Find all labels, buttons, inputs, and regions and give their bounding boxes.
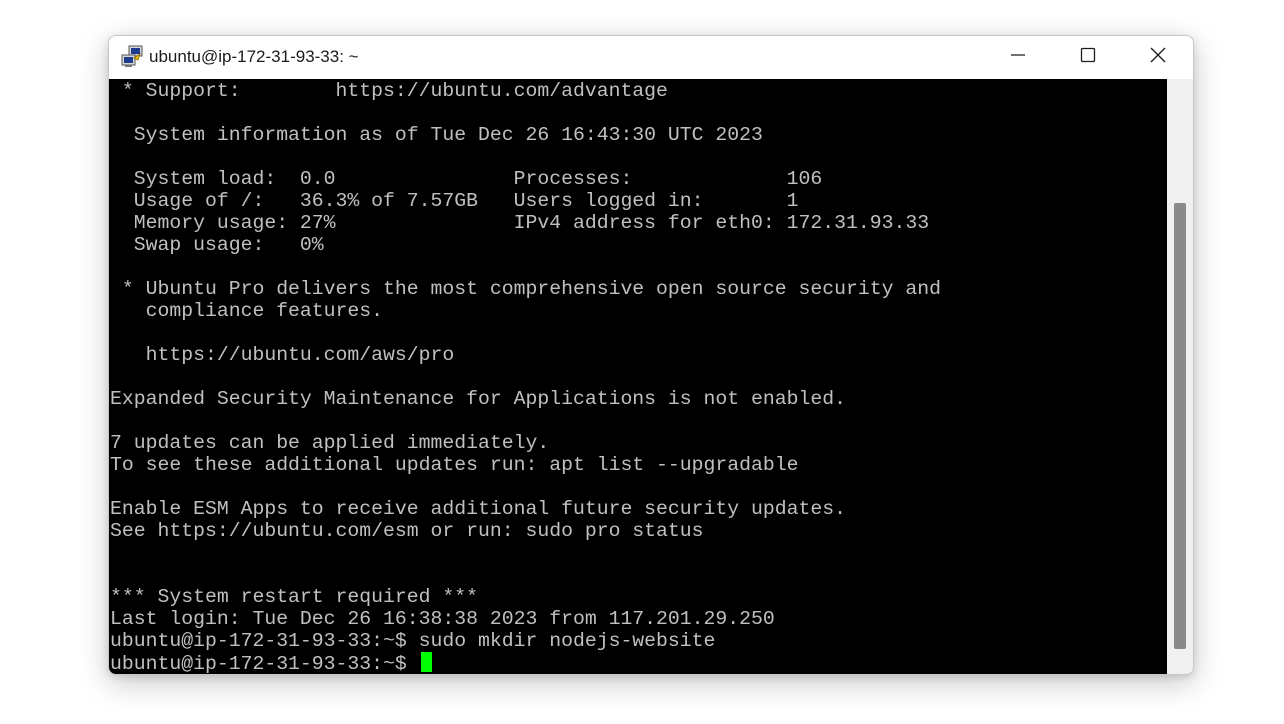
- terminal-output[interactable]: * Support: https://ubuntu.com/advantage …: [109, 79, 1167, 674]
- terminal-line: Usage of /: 36.3% of 7.57GB Users logged…: [110, 190, 799, 212]
- maximize-button[interactable]: [1053, 36, 1123, 79]
- close-icon: [1150, 47, 1166, 68]
- terminal-line: https://ubuntu.com/aws/pro: [110, 344, 455, 366]
- terminal-line: Swap usage: 0%: [110, 234, 324, 256]
- terminal-line: *** System restart required ***: [110, 586, 478, 608]
- minimize-icon: [1010, 47, 1026, 68]
- terminal-line: 7 updates can be applied immediately.: [110, 432, 550, 454]
- minimize-button[interactable]: [983, 36, 1053, 79]
- close-button[interactable]: [1123, 36, 1193, 79]
- terminal-line: * Support: https://ubuntu.com/advantage: [110, 80, 668, 102]
- prompt-line: ubuntu@ip-172-31-93-33:~$: [110, 652, 941, 674]
- terminal-line: Enable ESM Apps to receive additional fu…: [110, 498, 846, 520]
- terminal-line: * Ubuntu Pro delivers the most comprehen…: [110, 278, 941, 300]
- scrollbar-thumb[interactable]: [1174, 203, 1186, 649]
- terminal-line: compliance features.: [110, 300, 384, 322]
- window-title: ubuntu@ip-172-31-93-33: ~: [149, 47, 359, 66]
- text-cursor: [420, 652, 432, 672]
- terminal-line: System load: 0.0 Processes: 106: [110, 168, 823, 190]
- terminal-line: Memory usage: 27% IPv4 address for eth0:…: [110, 212, 930, 234]
- terminal-window: ubuntu@ip-172-31-93-33: ~ * Support: htt…: [108, 35, 1194, 675]
- terminal-lines: * Support: https://ubuntu.com/advantage …: [110, 80, 941, 674]
- terminal-line: To see these additional updates run: apt…: [110, 454, 799, 476]
- maximize-icon: [1080, 47, 1096, 68]
- terminal-line: Expanded Security Maintenance for Applic…: [110, 388, 846, 410]
- terminal-line: System information as of Tue Dec 26 16:4…: [110, 124, 763, 146]
- vertical-scrollbar[interactable]: [1167, 79, 1193, 674]
- terminal-line: Last login: Tue Dec 26 16:38:38 2023 fro…: [110, 608, 775, 630]
- shell-prompt: ubuntu@ip-172-31-93-33:~$: [110, 653, 419, 674]
- terminal-line: See https://ubuntu.com/esm or run: sudo …: [110, 520, 704, 542]
- putty-icon[interactable]: [120, 45, 144, 69]
- title-bar[interactable]: ubuntu@ip-172-31-93-33: ~: [109, 36, 1193, 79]
- terminal-line: ubuntu@ip-172-31-93-33:~$ sudo mkdir nod…: [110, 630, 716, 652]
